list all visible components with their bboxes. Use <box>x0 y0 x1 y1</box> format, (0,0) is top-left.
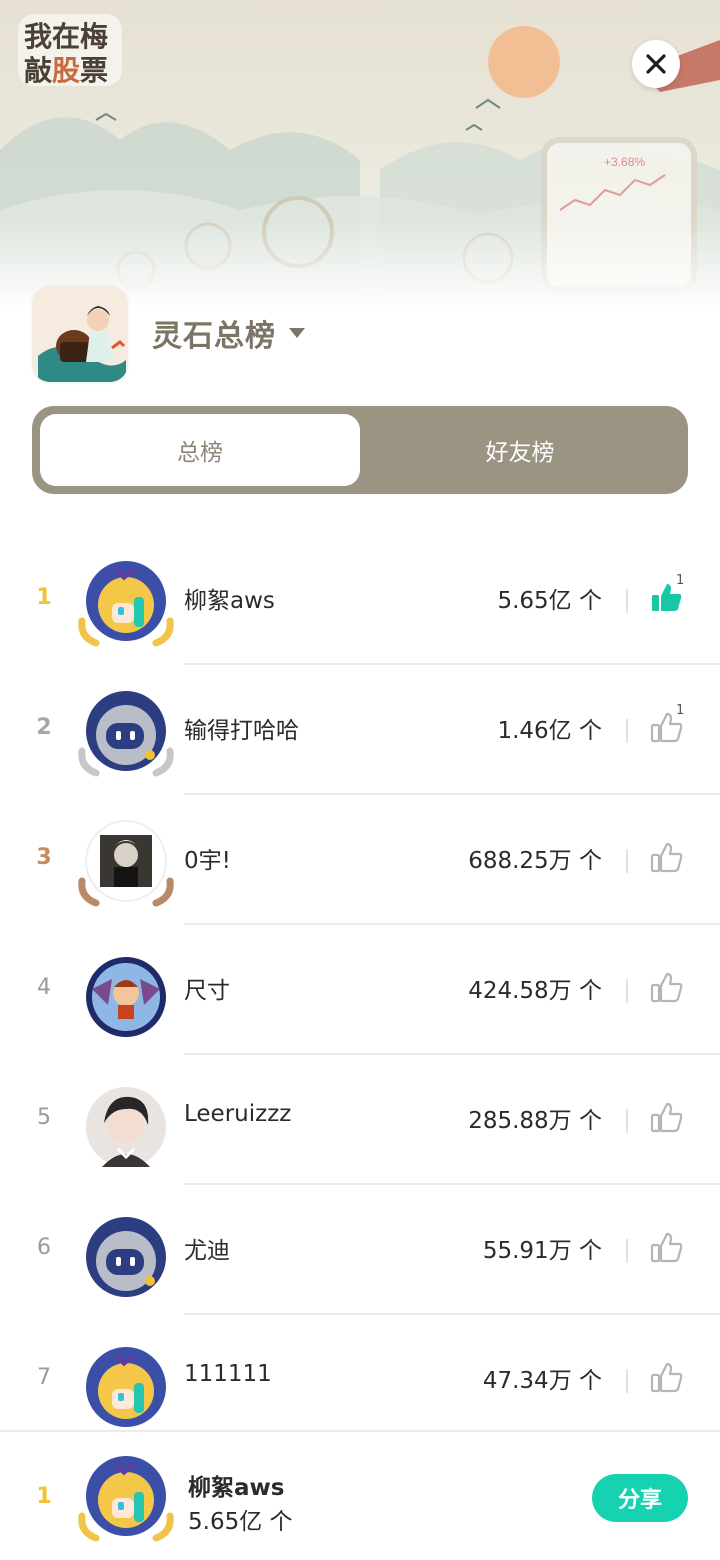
player-score: 285.88万 个 <box>468 1108 602 1134</box>
avatar <box>78 559 174 655</box>
avatar <box>78 1079 174 1175</box>
chart-badge-text: +3.68% <box>604 155 645 169</box>
divider <box>626 1369 628 1393</box>
divider <box>626 1109 628 1133</box>
my-rank-number: 1 <box>36 1484 52 1509</box>
player-name: 尤迪 <box>184 1238 230 1264</box>
like-button[interactable] <box>648 1359 688 1399</box>
close-icon <box>646 54 666 74</box>
rank-number: 4 <box>37 975 51 1000</box>
player-name: 0宇! <box>184 848 231 874</box>
divider <box>626 719 628 743</box>
rank-number: 6 <box>37 1235 51 1260</box>
ranking-row[interactable]: 2 输得打哈哈 1.46亿 个 1 <box>0 665 720 795</box>
svg-text:敲股票: 敲股票 <box>24 54 108 87</box>
player-score: 424.58万 个 <box>468 978 602 1004</box>
avatar <box>78 949 174 1045</box>
avatar <box>78 1339 174 1435</box>
like-button[interactable] <box>648 969 688 1009</box>
divider <box>626 979 628 1003</box>
my-player-score: 5.65亿 个 <box>188 1509 293 1535</box>
my-rank-bar: 1 柳絮aws 5.65亿 个 分享 <box>0 1430 720 1560</box>
ranking-row[interactable]: 1 柳絮aws 5.65亿 个 1 <box>0 535 720 665</box>
avatar <box>78 819 174 915</box>
like-button[interactable] <box>648 839 688 879</box>
thumbs-up-icon <box>650 842 683 873</box>
player-name: 尺寸 <box>184 978 230 1004</box>
avatar <box>78 1209 174 1305</box>
ranking-row[interactable]: 5 Leeruizzz 285.88万 个 <box>0 1055 720 1185</box>
thumbs-up-icon <box>650 1102 683 1133</box>
thumbs-up-icon <box>650 1232 683 1263</box>
ranking-row[interactable]: 7 111111 47.34万 个 <box>0 1315 720 1445</box>
like-button[interactable] <box>648 1099 688 1139</box>
board-selector[interactable]: 灵石总榜 <box>152 310 306 356</box>
my-avatar <box>78 1454 174 1550</box>
player-name: 111111 <box>184 1361 272 1387</box>
player-score: 1.46亿 个 <box>497 718 602 744</box>
divider <box>626 849 628 873</box>
player-score: 5.65亿 个 <box>497 588 602 614</box>
my-player-name: 柳絮aws <box>188 1475 285 1501</box>
like-count: 1 <box>676 703 685 718</box>
rank-number: 1 <box>36 585 52 610</box>
board-title: 灵石总榜 <box>152 319 276 354</box>
player-score: 47.34万 个 <box>482 1368 602 1394</box>
avatar <box>78 689 174 785</box>
game-icon <box>32 286 128 382</box>
divider <box>626 589 628 613</box>
player-name: Leeruizzz <box>184 1101 292 1127</box>
ranking-row[interactable]: 6 尤迪 55.91万 个 <box>0 1185 720 1315</box>
ranking-row[interactable]: 3 0宇! 688.25万 个 <box>0 795 720 925</box>
player-score: 688.25万 个 <box>468 848 602 874</box>
divider <box>626 1239 628 1263</box>
player-score: 55.91万 个 <box>482 1238 602 1264</box>
tab-friends[interactable]: 好友榜 <box>360 414 680 486</box>
thumbs-up-icon <box>650 972 683 1003</box>
ranking-row[interactable]: 4 尺寸 424.58万 个 <box>0 925 720 1055</box>
share-button[interactable]: 分享 <box>592 1474 688 1522</box>
like-count: 1 <box>676 573 685 588</box>
thumbs-up-icon <box>650 1362 683 1393</box>
rank-number: 2 <box>36 715 52 740</box>
player-name: 柳絮aws <box>184 588 275 614</box>
player-name: 输得打哈哈 <box>184 718 299 744</box>
rank-number: 3 <box>36 845 52 870</box>
rank-number: 7 <box>37 1365 51 1390</box>
leaderboard-tabs: 总榜 好友榜 <box>32 406 688 494</box>
ranking-list: 1 柳絮aws 5.65亿 个 1 2 输得打哈哈 1.46亿 个 1 3 0宇… <box>0 535 720 1445</box>
caret-down-icon <box>289 328 305 338</box>
svg-text:我在梅: 我在梅 <box>24 20 108 53</box>
app-logo: 我在梅 敲股票 <box>14 8 126 90</box>
like-button[interactable] <box>648 1229 688 1269</box>
rank-number: 5 <box>37 1105 51 1130</box>
tab-overall[interactable]: 总榜 <box>40 414 360 486</box>
close-button[interactable] <box>632 40 680 88</box>
